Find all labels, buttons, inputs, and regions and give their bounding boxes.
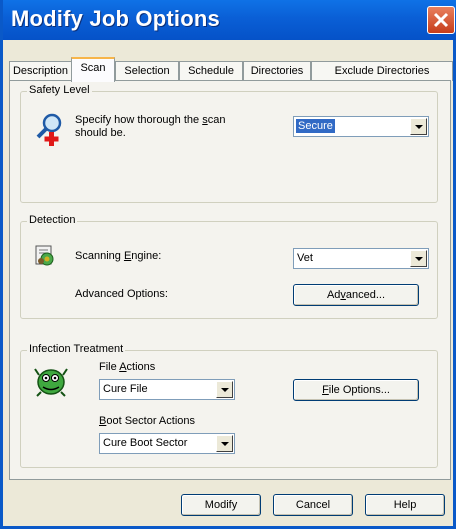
detection-label: Detection: [27, 214, 78, 226]
chevron-down-icon[interactable]: [216, 381, 233, 398]
detection-group: Detection Scanning Engine: Vet Advanced …: [20, 214, 438, 319]
advanced-button-text-a: Ad: [326, 289, 341, 301]
safety-description-line2: should be.: [75, 127, 126, 139]
file-options-text-b: ile Options...: [328, 384, 390, 396]
safety-level-label: Safety Level: [27, 84, 92, 96]
tab-directories[interactable]: Directories: [243, 61, 311, 81]
safety-description-line1: Specify how thorough the scan: [75, 114, 225, 126]
boot-sector-actions-value: Cure Boot Sector: [103, 437, 188, 449]
file-actions-select[interactable]: Cure File: [99, 379, 235, 400]
file-options-text-a: F: [322, 384, 329, 396]
chevron-down-icon[interactable]: [410, 250, 427, 267]
close-icon: [433, 12, 449, 28]
tab-schedule[interactable]: Schedule: [179, 61, 243, 81]
boot-sector-actions-select[interactable]: Cure Boot Sector: [99, 433, 235, 454]
infection-treatment-label: Infection Treatment: [27, 343, 126, 355]
tab-scan[interactable]: Scan: [71, 57, 115, 82]
help-button[interactable]: Help: [365, 494, 445, 516]
modify-button[interactable]: Modify: [181, 494, 261, 516]
virus-creature-icon: [34, 368, 68, 397]
chevron-down-icon[interactable]: [410, 118, 427, 135]
safety-description-text-c: can: [207, 114, 226, 126]
safety-level-select[interactable]: Secure: [293, 116, 429, 137]
chevron-down-icon[interactable]: [216, 435, 233, 452]
file-actions-label: File Actions: [99, 361, 155, 373]
advanced-button-text-c: anced...: [345, 289, 386, 301]
close-button[interactable]: [427, 6, 455, 34]
scanning-engine-value: Vet: [297, 252, 313, 264]
engine-label-text-c: ngine:: [131, 250, 162, 262]
infection-treatment-group: Infection Treatment File Actions Cure Fi…: [20, 343, 438, 468]
file-actions-text-a: File: [99, 361, 120, 373]
safety-level-group: Safety Level Specify how thorough the sc…: [20, 84, 438, 203]
safety-level-value: Secure: [296, 119, 335, 133]
safety-description-text-a: Specify how thorough the: [75, 114, 203, 126]
cancel-button[interactable]: Cancel: [273, 494, 353, 516]
scan-engine-icon: [35, 245, 54, 266]
file-actions-value: Cure File: [103, 383, 148, 395]
scanning-engine-select[interactable]: Vet: [293, 248, 429, 269]
tab-exclude-directories[interactable]: Exclude Directories: [311, 61, 453, 81]
tab-strip: Description Scan Selection Schedule Dire…: [9, 57, 453, 82]
dialog-window: Modify Job Options Description Scan Sele…: [0, 0, 456, 529]
advanced-options-label: Advanced Options:: [75, 288, 168, 300]
boot-sector-actions-label: Boot Sector Actions: [99, 415, 195, 427]
file-actions-text-c: ctions: [126, 361, 156, 373]
magnifier-plus-icon: [36, 113, 62, 146]
engine-label-text-a: Scanning: [75, 250, 124, 262]
window-title: Modify Job Options: [11, 6, 220, 31]
file-options-button[interactable]: File Options...: [293, 379, 419, 401]
file-actions-text-b: A: [119, 361, 127, 373]
scan-tab-panel: Safety Level Specify how thorough the sc…: [9, 80, 451, 480]
tab-description[interactable]: Description: [9, 61, 72, 81]
boot-label-text-b: oot Sector Actions: [106, 415, 196, 427]
tab-selection[interactable]: Selection: [115, 61, 179, 81]
title-bar[interactable]: Modify Job Options: [3, 0, 456, 40]
advanced-button[interactable]: Advanced...: [293, 284, 419, 306]
scanning-engine-label: Scanning Engine:: [75, 250, 161, 262]
